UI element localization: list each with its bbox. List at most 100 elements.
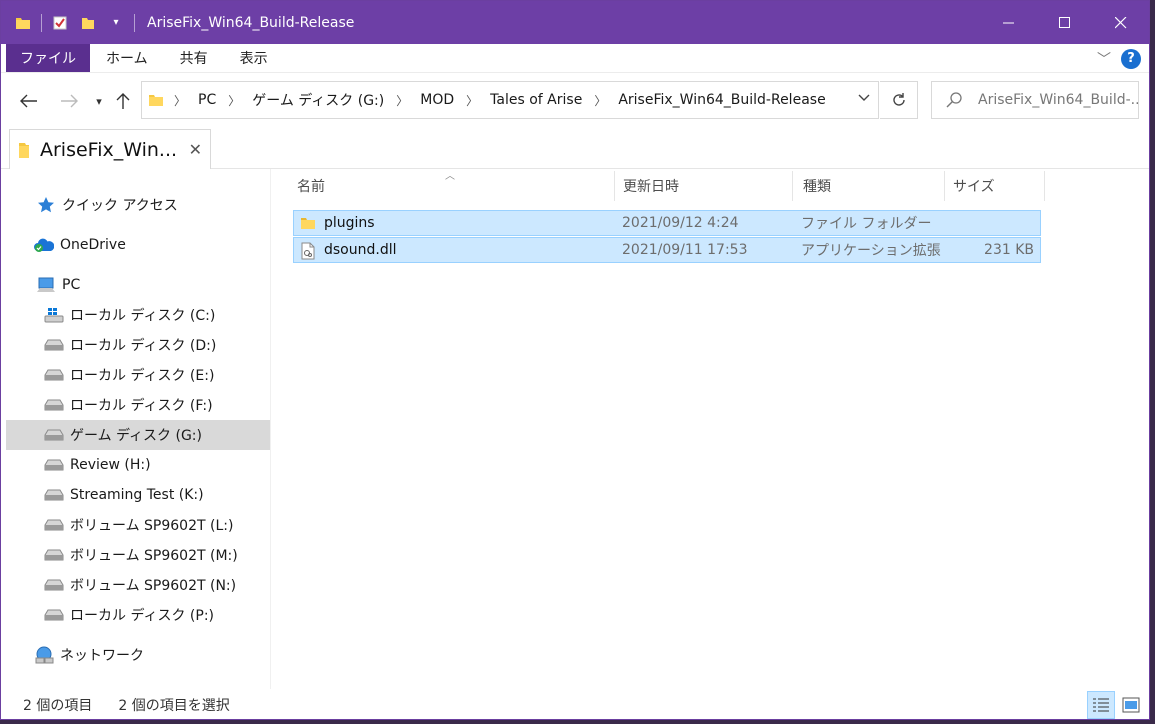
sidebar-item-label: Review (H:)	[70, 457, 151, 473]
window-title: AriseFix_Win64_Build-Release	[147, 14, 355, 31]
sidebar-item-drive-g[interactable]: ゲーム ディスク (G:)	[6, 420, 270, 450]
file-row[interactable]: plugins 2021/09/12 4:24 ファイル フォルダー	[293, 210, 1041, 236]
onedrive-cloud-icon	[34, 235, 54, 255]
file-date: 2021/09/11 17:53	[622, 242, 748, 258]
sidebar-item-drive-l[interactable]: ボリューム SP9602T (L:)	[6, 510, 270, 540]
column-divider[interactable]	[792, 171, 793, 201]
column-header-type[interactable]: 種類	[803, 169, 943, 203]
sidebar-item-label: ローカル ディスク (P:)	[70, 608, 215, 624]
sidebar-item-quick-access[interactable]: クイック アクセス	[6, 190, 270, 220]
properties-icon[interactable]	[48, 11, 72, 35]
file-list: ︿ 名前 更新日時 種類 サイズ plugins 2021/09/12 4:24…	[273, 169, 1149, 689]
breadcrumb-current[interactable]: AriseFix_Win64_Build-Release	[618, 92, 825, 108]
sidebar-item-drive-n[interactable]: ボリューム SP9602T (N:)	[6, 570, 270, 600]
dll-file-icon	[300, 242, 318, 260]
chevron-down-icon[interactable]	[858, 91, 870, 105]
breadcrumb-tales-of-arise[interactable]: Tales of Arise	[490, 92, 582, 108]
drive-icon	[44, 455, 64, 475]
quick-access-toolbar: ▾	[1, 1, 141, 44]
folder-tab[interactable]: AriseFix_Win... ✕	[9, 129, 211, 169]
sidebar-item-pc[interactable]: PC	[6, 270, 270, 300]
search-icon	[946, 92, 962, 108]
close-icon[interactable]	[1093, 1, 1149, 44]
expand-ribbon-icon[interactable]: ﹀	[1097, 49, 1111, 69]
navigation-bar: ▾ 〉 PC 〉 ゲーム ディスク (G:) 〉 MOD 〉 Tales of …	[1, 73, 1149, 129]
folder-icon	[148, 92, 164, 108]
file-row[interactable]: dsound.dll 2021/09/11 17:53 アプリケーション拡張 2…	[293, 237, 1041, 263]
sidebar-item-label: ネットワーク	[60, 648, 144, 664]
file-name: dsound.dll	[324, 242, 397, 258]
tab-share[interactable]: 共有	[164, 44, 224, 72]
tab-file[interactable]: ファイル	[6, 44, 90, 72]
toolbar-separator	[134, 13, 135, 32]
sidebar-item-network[interactable]: ネットワーク	[6, 640, 270, 670]
sidebar-item-label: OneDrive	[60, 237, 126, 253]
column-divider[interactable]	[944, 171, 945, 201]
large-icons-view-icon[interactable]	[1117, 691, 1145, 719]
sidebar-item-drive-c[interactable]: ローカル ディスク (C:)	[6, 300, 270, 330]
maximize-icon[interactable]	[1037, 1, 1093, 44]
chevron-right-icon[interactable]: 〉	[174, 92, 186, 109]
column-header-size[interactable]: サイズ	[953, 169, 1043, 203]
window-controls	[981, 1, 1149, 44]
sidebar-item-drive-m[interactable]: ボリューム SP9602T (M:)	[6, 540, 270, 570]
pc-icon	[36, 275, 56, 295]
chevron-right-icon[interactable]: 〉	[228, 92, 240, 109]
close-icon[interactable]: ✕	[189, 140, 202, 159]
file-type: ファイル フォルダー	[801, 216, 932, 232]
refresh-icon[interactable]	[880, 81, 918, 119]
breadcrumb-pc[interactable]: PC	[198, 92, 216, 108]
up-arrow-icon[interactable]	[111, 87, 135, 115]
selected-count: 2 個の項目を選択	[118, 698, 230, 714]
sidebar-item-label: ゲーム ディスク (G:)	[70, 428, 202, 444]
chevron-right-icon[interactable]: 〉	[466, 92, 478, 109]
column-divider[interactable]	[614, 171, 615, 201]
star-icon	[36, 195, 56, 215]
sidebar-item-drive-h[interactable]: Review (H:)	[6, 450, 270, 480]
folder-icon	[11, 11, 35, 35]
sidebar-item-onedrive[interactable]: OneDrive	[6, 230, 270, 260]
explorer-window: ▾ AriseFix_Win64_Build-Release ファイル ホーム …	[0, 0, 1150, 720]
sidebar-item-drive-p[interactable]: ローカル ディスク (P:)	[6, 600, 270, 630]
folder-tab-label: AriseFix_Win...	[40, 138, 178, 161]
drive-icon	[44, 425, 64, 445]
sidebar-item-label: Streaming Test (K:)	[70, 487, 204, 503]
view-switcher	[1085, 691, 1145, 719]
sidebar-item-label: ローカル ディスク (D:)	[70, 338, 217, 354]
drive-icon	[44, 365, 64, 385]
sidebar-item-drive-d[interactable]: ローカル ディスク (D:)	[6, 330, 270, 360]
breadcrumb-drive[interactable]: ゲーム ディスク (G:)	[252, 90, 384, 110]
new-folder-icon[interactable]	[76, 11, 100, 35]
breadcrumb-mod[interactable]: MOD	[420, 92, 454, 108]
file-date: 2021/09/12 4:24	[622, 215, 739, 231]
forward-arrow-icon[interactable]	[57, 87, 81, 115]
recent-locations-icon[interactable]: ▾	[87, 87, 111, 115]
back-arrow-icon[interactable]	[17, 87, 41, 115]
address-bar[interactable]: 〉 PC 〉 ゲーム ディスク (G:) 〉 MOD 〉 Tales of Ar…	[141, 81, 879, 119]
sidebar-item-drive-e[interactable]: ローカル ディスク (E:)	[6, 360, 270, 390]
tab-view[interactable]: 表示	[224, 44, 284, 72]
details-view-icon[interactable]	[1087, 691, 1115, 719]
customize-qat-icon[interactable]: ▾	[104, 11, 128, 35]
tab-home[interactable]: ホーム	[90, 44, 164, 72]
sidebar-item-drive-f[interactable]: ローカル ディスク (F:)	[6, 390, 270, 420]
drive-icon	[44, 515, 64, 535]
column-divider[interactable]	[1044, 171, 1045, 201]
chevron-right-icon[interactable]: 〉	[594, 92, 606, 109]
sidebar-item-label: PC	[62, 277, 81, 293]
sidebar-item-label: ボリューム SP9602T (N:)	[70, 578, 237, 594]
column-header-name[interactable]: 名前	[297, 169, 613, 203]
drive-icon	[44, 335, 64, 355]
column-header-date[interactable]: 更新日時	[623, 169, 791, 203]
sidebar-item-drive-k[interactable]: Streaming Test (K:)	[6, 480, 270, 510]
chevron-right-icon[interactable]: 〉	[396, 92, 408, 109]
drive-icon	[44, 605, 64, 625]
help-icon[interactable]: ?	[1121, 48, 1141, 69]
windows-drive-icon	[44, 305, 64, 325]
search-box[interactable]: AriseFix_Win64_Build-...	[931, 81, 1139, 119]
file-size: 231 KB	[984, 242, 1034, 258]
drive-icon	[44, 575, 64, 595]
minimize-icon[interactable]	[981, 1, 1037, 44]
folder-tab-strip: AriseFix_Win... ✕	[1, 129, 1149, 169]
drive-icon	[44, 545, 64, 565]
